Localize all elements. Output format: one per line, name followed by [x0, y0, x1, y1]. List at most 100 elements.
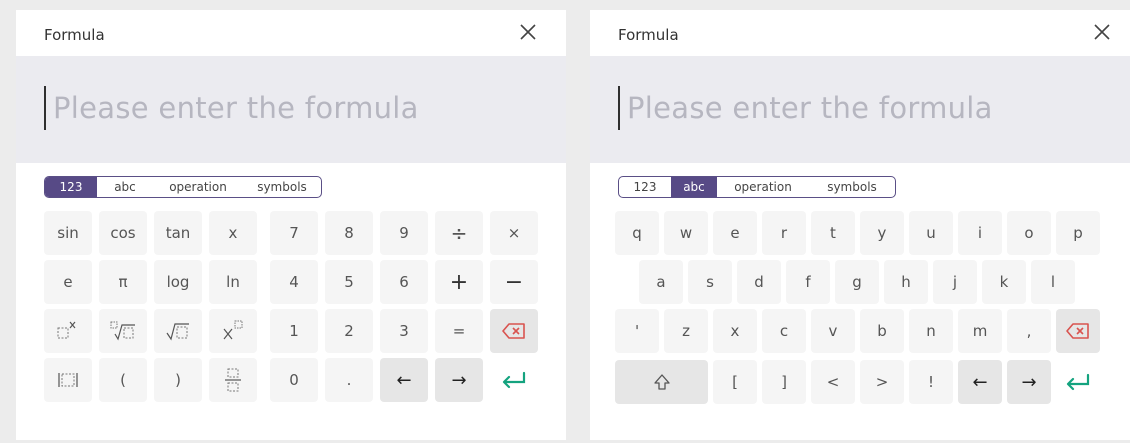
nth-root-icon: [109, 319, 137, 343]
key-4[interactable]: 4: [270, 260, 318, 304]
shift-key[interactable]: [615, 360, 708, 404]
text-caret: [618, 86, 620, 130]
key-0[interactable]: 0: [270, 358, 318, 402]
key-k[interactable]: k: [982, 260, 1026, 304]
key-5[interactable]: 5: [325, 260, 373, 304]
key-plus[interactable]: +: [435, 260, 483, 304]
key-less-than[interactable]: <: [811, 360, 855, 404]
key-right-arrow[interactable]: →: [435, 358, 483, 402]
key-power[interactable]: [44, 309, 92, 353]
key-z[interactable]: z: [664, 309, 708, 353]
fraction-icon: [223, 367, 243, 393]
enter-icon: [500, 370, 528, 390]
key-j[interactable]: j: [933, 260, 977, 304]
key-abs[interactable]: [44, 358, 92, 402]
key-w[interactable]: w: [664, 211, 708, 255]
key-f[interactable]: f: [786, 260, 830, 304]
key-minus[interactable]: −: [490, 260, 538, 304]
key-equals[interactable]: =: [435, 309, 483, 353]
key-v[interactable]: v: [811, 309, 855, 353]
key-2[interactable]: 2: [325, 309, 373, 353]
key-x[interactable]: x: [713, 309, 757, 353]
tab-abc[interactable]: abc: [97, 177, 153, 197]
key-r[interactable]: r: [762, 211, 806, 255]
key-ln[interactable]: ln: [209, 260, 257, 304]
tab-123[interactable]: 123: [45, 177, 97, 197]
key-i[interactable]: i: [958, 211, 1002, 255]
key-open-paren[interactable]: (: [99, 358, 147, 402]
key-u[interactable]: u: [909, 211, 953, 255]
key-7[interactable]: 7: [270, 211, 318, 255]
key-left-arrow[interactable]: ←: [958, 360, 1002, 404]
key-dot[interactable]: .: [325, 358, 373, 402]
enter-key[interactable]: [1056, 360, 1100, 404]
key-multiply[interactable]: ×: [490, 211, 538, 255]
key-s[interactable]: s: [688, 260, 732, 304]
key-n[interactable]: n: [909, 309, 953, 353]
key-p[interactable]: p: [1056, 211, 1100, 255]
key-d[interactable]: d: [737, 260, 781, 304]
dialog-title: Formula: [618, 26, 679, 44]
key-close-paren[interactable]: ): [154, 358, 202, 402]
key-greater-than[interactable]: >: [860, 360, 904, 404]
key-cos[interactable]: cos: [99, 211, 147, 255]
key-q[interactable]: q: [615, 211, 659, 255]
key-c[interactable]: c: [762, 309, 806, 353]
key-a[interactable]: a: [639, 260, 683, 304]
enter-key[interactable]: [490, 358, 538, 402]
formula-input[interactable]: Please enter the formula: [590, 56, 1130, 163]
key-e[interactable]: e: [713, 211, 757, 255]
key-superscript-x[interactable]: [209, 309, 257, 353]
key-apostrophe[interactable]: ': [615, 309, 659, 353]
key-tan[interactable]: tan: [154, 211, 202, 255]
key-6[interactable]: 6: [380, 260, 428, 304]
enter-icon: [1064, 372, 1092, 392]
key-divide[interactable]: ÷: [435, 211, 483, 255]
key-l[interactable]: l: [1031, 260, 1075, 304]
tab-symbols[interactable]: symbols: [243, 177, 321, 197]
formula-dialog-numeric: Formula Please enter the formula 123 abc…: [16, 10, 566, 440]
key-sin[interactable]: sin: [44, 211, 92, 255]
backspace-key[interactable]: [1056, 309, 1100, 353]
key-y[interactable]: y: [860, 211, 904, 255]
key-t[interactable]: t: [811, 211, 855, 255]
key-h[interactable]: h: [884, 260, 928, 304]
key-open-bracket[interactable]: [: [713, 360, 757, 404]
key-m[interactable]: m: [958, 309, 1002, 353]
close-icon[interactable]: [1092, 22, 1112, 42]
key-log[interactable]: log: [154, 260, 202, 304]
key-left-arrow[interactable]: ←: [380, 358, 428, 402]
text-caret: [44, 86, 46, 130]
key-9[interactable]: 9: [380, 211, 428, 255]
key-x[interactable]: x: [209, 211, 257, 255]
keyboard-tabs: 123 abc operation symbols: [618, 176, 896, 198]
shift-icon: [652, 372, 672, 392]
key-comma[interactable]: ,: [1007, 309, 1051, 353]
key-3[interactable]: 3: [380, 309, 428, 353]
dialog-title: Formula: [44, 26, 105, 44]
key-exclamation[interactable]: !: [909, 360, 953, 404]
dialog-header: Formula: [590, 10, 1130, 56]
key-close-bracket[interactable]: ]: [762, 360, 806, 404]
close-icon[interactable]: [518, 22, 538, 42]
formula-input[interactable]: Please enter the formula: [16, 56, 566, 163]
tab-operation[interactable]: operation: [153, 177, 243, 197]
key-right-arrow[interactable]: →: [1007, 360, 1051, 404]
key-b[interactable]: b: [860, 309, 904, 353]
key-8[interactable]: 8: [325, 211, 373, 255]
formula-dialog-alphabet: Formula Please enter the formula 123 abc…: [590, 10, 1130, 440]
key-g[interactable]: g: [835, 260, 879, 304]
key-1[interactable]: 1: [270, 309, 318, 353]
key-o[interactable]: o: [1007, 211, 1051, 255]
tab-operation[interactable]: operation: [717, 177, 809, 197]
tab-symbols[interactable]: symbols: [809, 177, 895, 197]
tab-abc[interactable]: abc: [671, 177, 717, 197]
key-e[interactable]: e: [44, 260, 92, 304]
backspace-key[interactable]: [490, 309, 538, 353]
key-pi[interactable]: π: [99, 260, 147, 304]
key-sqrt[interactable]: [154, 309, 202, 353]
key-fraction[interactable]: [209, 358, 257, 402]
tab-123[interactable]: 123: [619, 177, 671, 197]
key-nth-root[interactable]: [99, 309, 147, 353]
subscript-icon: [220, 319, 246, 343]
